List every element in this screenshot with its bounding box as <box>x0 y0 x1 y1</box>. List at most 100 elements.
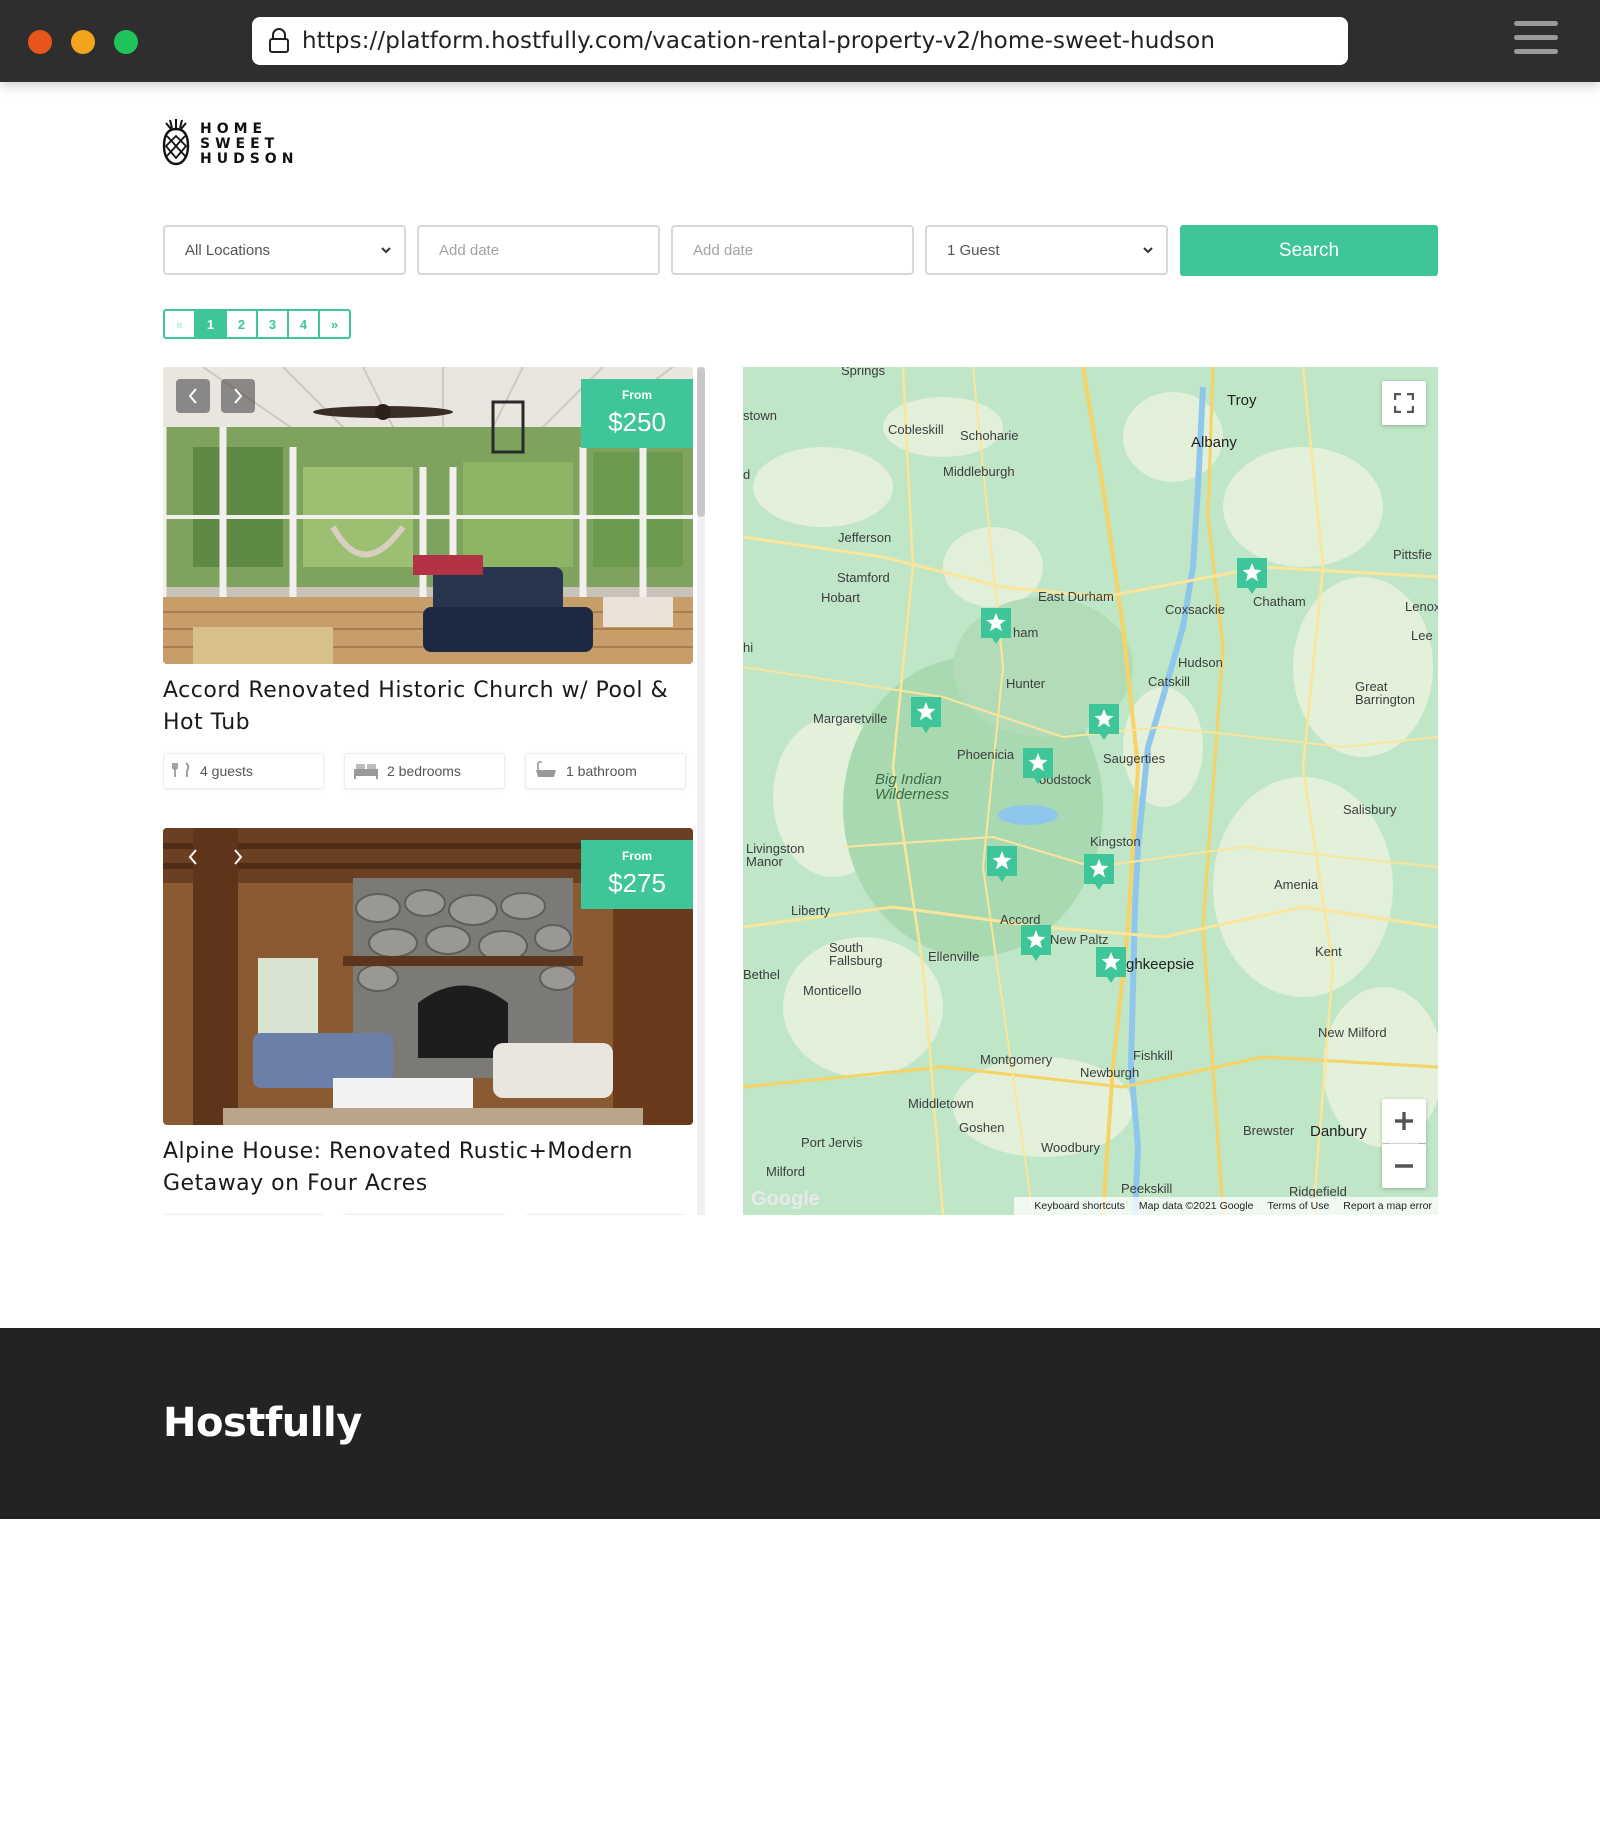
minimize-window-button[interactable] <box>71 30 95 54</box>
map[interactable]: Springs stown Cobleskill Schoharie Middl… <box>743 367 1438 1215</box>
url-text[interactable]: https://platform.hostfully.com/vacation-… <box>302 28 1215 54</box>
map-label: Milford <box>766 1164 806 1179</box>
map-star-marker-icon[interactable] <box>1096 947 1126 983</box>
checkout-date-placeholder: Add date <box>693 241 754 259</box>
map-zoom-out-button[interactable] <box>1382 1144 1426 1188</box>
map-label: Monticello <box>803 983 862 998</box>
map-label: Bethel <box>743 967 780 982</box>
keyboard-shortcuts-link[interactable]: Keyboard shortcuts <box>1034 1200 1124 1212</box>
map-label: Pittsfie <box>1393 547 1433 562</box>
hamburger-icon[interactable] <box>1514 21 1558 61</box>
map-label: Jefferson <box>838 530 892 545</box>
map-label: Catskill <box>1148 674 1190 689</box>
location-select[interactable]: All Locations <box>163 225 406 275</box>
map-star-marker-icon[interactable] <box>911 697 941 733</box>
terms-of-use-link[interactable]: Terms of Use <box>1267 1200 1329 1212</box>
map-label: Fishkill <box>1133 1048 1173 1063</box>
map-label: Lenox <box>1405 599 1438 614</box>
brand-line-2: SWEET <box>200 136 280 152</box>
pagination-page-3[interactable]: 3 <box>258 311 289 337</box>
map-star-marker-icon[interactable] <box>981 608 1011 644</box>
map-label: Woodbury <box>1041 1140 1101 1155</box>
map-star-marker-icon[interactable] <box>987 846 1017 882</box>
map-attribution: Keyboard shortcuts Map data ©2021 Google… <box>1014 1197 1438 1215</box>
map-label: Newburgh <box>1080 1065 1140 1080</box>
bathtub-icon <box>534 760 566 782</box>
map-label: Troy <box>1227 392 1257 409</box>
bedrooms-chip: 2 bedrooms <box>344 753 505 789</box>
map-star-marker-icon[interactable] <box>1237 558 1267 594</box>
pineapple-logo-icon <box>162 118 190 171</box>
guests-count: 4 guests <box>200 763 253 779</box>
listing-card[interactable]: From $275 Alpine House: Renovated Rustic… <box>163 828 693 1215</box>
map-label: Chatham <box>1253 594 1306 609</box>
price-amount: $250 <box>608 407 666 437</box>
map-star-marker-icon[interactable] <box>1021 925 1051 961</box>
map-label: South Fallsburg <box>829 940 883 968</box>
map-label: Port Jervis <box>801 1135 863 1150</box>
address-bar[interactable]: https://platform.hostfully.com/vacation-… <box>252 17 1348 65</box>
map-label: Amenia <box>1274 877 1319 892</box>
price-amount: $275 <box>608 868 666 898</box>
checkin-date-input[interactable]: Add date <box>417 225 660 275</box>
brand-line-1: HOME <box>200 121 268 137</box>
listing-list[interactable]: From $250 Accord Renovated Historic Chur… <box>163 367 693 1215</box>
close-window-button[interactable] <box>28 30 52 54</box>
site-logo[interactable]: HOME SWEET HUDSON <box>162 118 298 171</box>
map-fullscreen-button[interactable] <box>1382 381 1426 425</box>
map-label: New Milford <box>1318 1025 1387 1040</box>
hostfully-logo[interactable]: Hostfully <box>163 1400 362 1446</box>
map-label: Lee <box>1411 628 1433 643</box>
map-star-marker-icon[interactable] <box>1089 704 1119 740</box>
checkout-date-input[interactable]: Add date <box>671 225 914 275</box>
price-badge: From $250 <box>581 379 693 448</box>
map-label: Livingston Manor <box>746 841 805 869</box>
listing-scrollbar[interactable] <box>697 367 705 1215</box>
zoom-out-icon <box>1394 1156 1414 1176</box>
photo-prev-button[interactable] <box>176 379 210 413</box>
bathrooms-chip: 1 bathroom <box>525 753 686 789</box>
photo-next-button[interactable] <box>221 379 255 413</box>
listing-title[interactable]: Alpine House: Renovated Rustic+Modern Ge… <box>163 1136 693 1200</box>
search-button[interactable]: Search <box>1180 225 1438 276</box>
map-label: Brewster <box>1243 1123 1295 1138</box>
guests-select[interactable]: 1 Guest <box>925 225 1168 275</box>
map-data-text: Map data ©2021 Google <box>1138 1200 1254 1212</box>
map-label: Middletown <box>908 1096 974 1111</box>
map-label: Kent <box>1315 944 1342 959</box>
pagination-page-4[interactable]: 4 <box>289 311 320 337</box>
listing-photo[interactable]: From $275 <box>163 828 693 1125</box>
map-label: stown <box>743 408 777 423</box>
bedrooms-chip <box>344 1214 505 1215</box>
map-star-marker-icon[interactable] <box>1023 748 1053 784</box>
price-badge: From $275 <box>581 840 693 909</box>
pagination-page-2[interactable]: 2 <box>227 311 258 337</box>
map-label: Phoenicia <box>957 747 1015 762</box>
listing-photo[interactable]: From $250 <box>163 367 693 664</box>
listing-scrollbar-thumb[interactable] <box>697 367 705 517</box>
map-label: New Paltz <box>1050 932 1109 947</box>
bedrooms-count: 2 bedrooms <box>387 763 461 779</box>
location-select-value: All Locations <box>185 241 271 259</box>
photo-prev-button[interactable] <box>176 840 210 874</box>
map-label: Danbury <box>1310 1123 1367 1140</box>
listing-title[interactable]: Accord Renovated Historic Church w/ Pool… <box>163 675 693 739</box>
bathrooms-count: 1 bathroom <box>566 763 637 779</box>
map-label: Peekskill <box>1121 1181 1173 1196</box>
map-zoom-in-button[interactable] <box>1382 1099 1426 1143</box>
listing-amenities: 4 guests 2 bedrooms 1 bathroom <box>163 753 693 789</box>
guests-chip: 4 guests <box>163 753 324 789</box>
pagination-prev[interactable]: « <box>165 311 196 337</box>
listing-card[interactable]: From $250 Accord Renovated Historic Chur… <box>163 367 693 789</box>
pagination-page-1[interactable]: 1 <box>196 311 227 337</box>
map-label: Montgomery <box>980 1052 1053 1067</box>
photo-next-button[interactable] <box>221 840 255 874</box>
maximize-window-button[interactable] <box>114 30 138 54</box>
bathrooms-chip <box>525 1214 686 1215</box>
pagination-next[interactable]: » <box>320 311 349 337</box>
browser-chrome: https://platform.hostfully.com/vacation-… <box>0 0 1600 82</box>
map-label: Goshen <box>959 1120 1005 1135</box>
google-logo[interactable]: Google <box>751 1188 820 1211</box>
report-map-error-link[interactable]: Report a map error <box>1343 1200 1432 1212</box>
map-star-marker-icon[interactable] <box>1084 854 1114 890</box>
